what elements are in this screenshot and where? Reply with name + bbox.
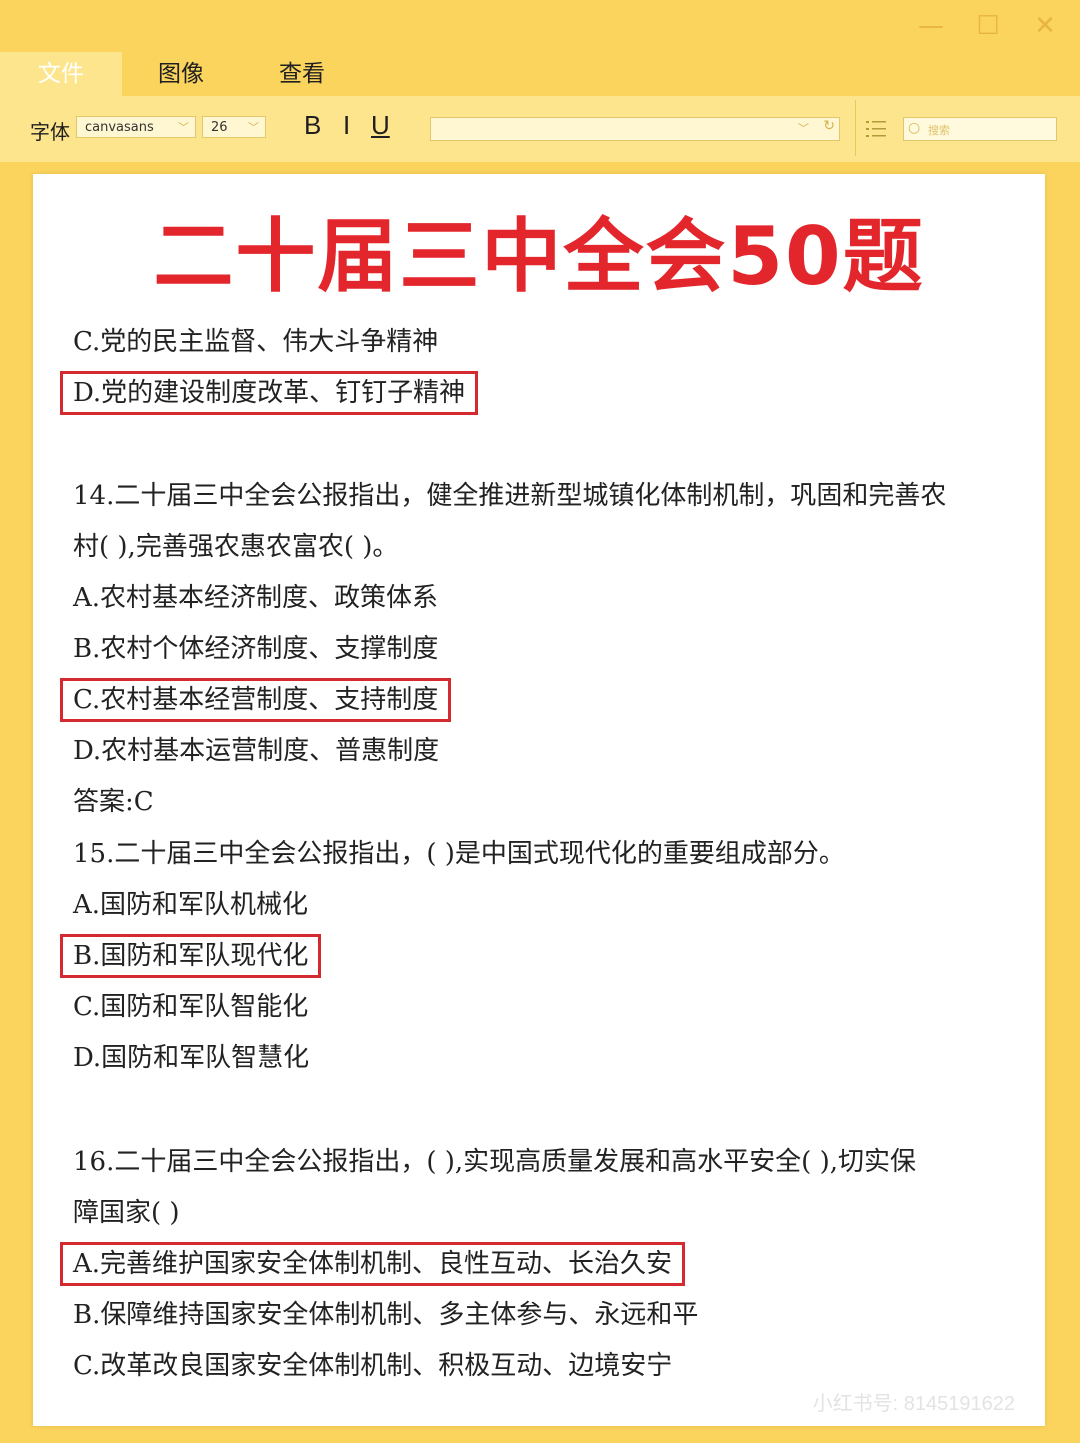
question-line: 村( ),完善强农惠农富农( )。: [73, 532, 399, 562]
toolbar-divider: [855, 100, 856, 156]
search-placeholder: 搜索: [928, 124, 950, 137]
highlighted-answer: C.农村基本经营制度、支持制度: [59, 678, 452, 722]
option-line: D.国防和军队智慧化: [73, 1043, 310, 1073]
document-page: 二十届三中全会50题 C.党的民主监督、伟大斗争精神 D.党的建设制度改革、钉钉…: [33, 174, 1045, 1426]
font-size-select[interactable]: 26 ﹀: [202, 116, 266, 138]
chevron-down-icon: ﹀: [248, 121, 259, 134]
chevron-down-icon: ﹀: [798, 122, 809, 135]
option-line: D.农村基本运营制度、普惠制度: [73, 736, 440, 766]
font-label: 字体: [30, 120, 70, 144]
maximize-icon[interactable]: ☐: [971, 10, 1005, 42]
option-line: B.农村个体经济制度、支撑制度: [73, 634, 439, 664]
refresh-icon[interactable]: ↻: [823, 118, 835, 134]
document-title: 二十届三中全会50题: [153, 210, 925, 303]
chevron-down-icon: ﹀: [178, 121, 189, 134]
underline-button[interactable]: U: [371, 110, 390, 141]
font-family-select[interactable]: canvasans ﹀: [76, 116, 196, 138]
option-line: C.改革改良国家安全体制机制、积极互动、边境安宁: [73, 1351, 673, 1381]
highlighted-answer: D.党的建设制度改革、钉钉子精神: [59, 371, 479, 415]
option-line: C.国防和军队智能化: [73, 992, 309, 1022]
option-line: A.农村基本经济制度、政策体系: [73, 583, 439, 613]
close-icon[interactable]: ✕: [1028, 10, 1062, 42]
list-icon[interactable]: [866, 119, 886, 139]
menu-file[interactable]: 文件: [0, 52, 122, 96]
search-icon: ○: [908, 120, 921, 136]
option-line: B.保障维持国家安全体制机制、多主体参与、永远和平: [73, 1300, 699, 1330]
menu-image[interactable]: 图像: [122, 52, 240, 96]
italic-button[interactable]: I: [343, 110, 350, 141]
question-line: 障国家( ): [73, 1198, 180, 1228]
question-line: 16.二十届三中全会公报指出，( ),实现高质量发展和高水平安全( ),切实保: [73, 1147, 916, 1177]
question-line: 14.二十届三中全会公报指出，健全推进新型城镇化体制机制，巩固和完善农: [73, 481, 947, 511]
answer-line: 答案:C: [73, 787, 154, 817]
minimize-icon[interactable]: —: [914, 10, 948, 42]
question-line: 15.二十届三中全会公报指出，( )是中国式现代化的重要组成部分。: [73, 839, 845, 869]
font-size-value: 26: [211, 120, 228, 135]
bold-button[interactable]: B: [304, 110, 321, 141]
highlighted-answer: A.完善维护国家安全体制机制、良性互动、长治久安: [59, 1242, 686, 1286]
highlighted-answer: B.国防和军队现代化: [59, 934, 322, 978]
menu-view[interactable]: 查看: [240, 52, 364, 96]
menu-bar: 文件 图像 查看: [0, 52, 1080, 96]
style-combo[interactable]: ﹀ ↻: [430, 117, 840, 141]
watermark: 小红书号: 8145191622: [812, 1393, 1015, 1415]
option-line: A.国防和军队机械化: [73, 890, 309, 920]
option-line: C.党的民主监督、伟大斗争精神: [73, 327, 439, 357]
title-bar: — ☐ ✕: [0, 0, 1080, 52]
search-input[interactable]: ○ 搜索: [903, 117, 1057, 141]
font-family-value: canvasans: [85, 120, 154, 135]
